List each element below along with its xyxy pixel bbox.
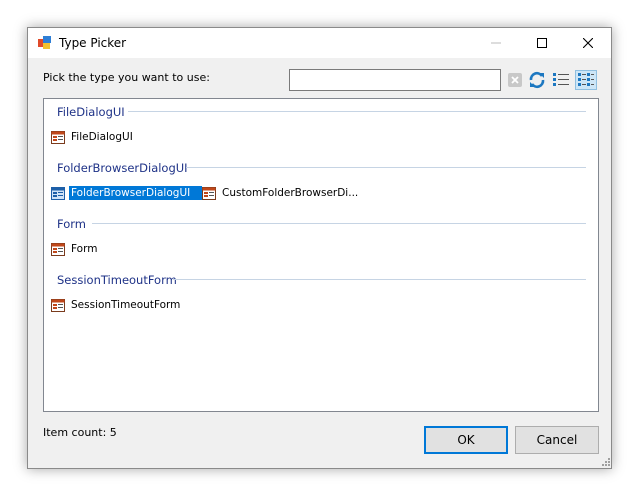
list-item-label: SessionTimeoutForm bbox=[71, 299, 181, 311]
group-header-label: FolderBrowserDialogUI bbox=[57, 161, 188, 175]
window-title: Type Picker bbox=[59, 36, 127, 50]
group-header-filedialogui: FileDialogUI bbox=[57, 105, 125, 119]
ok-button-label: OK bbox=[457, 433, 475, 447]
group-divider bbox=[92, 223, 586, 224]
clear-search-button[interactable] bbox=[505, 70, 525, 90]
group-divider bbox=[173, 279, 586, 280]
form-type-icon bbox=[51, 130, 65, 144]
type-list-panel[interactable]: FileDialogUI FileDialogUI FolderBrowserD… bbox=[43, 98, 599, 412]
list-item-selected[interactable]: FolderBrowserDialogUI bbox=[51, 186, 203, 200]
list-item[interactable]: Form bbox=[51, 242, 99, 256]
group-header-folderbrowserdialogui: FolderBrowserDialogUI bbox=[57, 161, 188, 175]
app-icon bbox=[38, 36, 51, 49]
close-button[interactable] bbox=[565, 28, 611, 58]
maximize-icon bbox=[537, 38, 547, 48]
minimize-button[interactable] bbox=[473, 28, 519, 58]
resize-grip-icon[interactable] bbox=[600, 456, 610, 466]
form-type-icon bbox=[51, 186, 65, 200]
form-type-icon bbox=[51, 298, 65, 312]
list-item-label: FileDialogUI bbox=[71, 131, 133, 143]
details-view-icon bbox=[578, 73, 594, 86]
group-divider bbox=[186, 167, 586, 168]
item-count-label: Item count: 5 bbox=[43, 426, 117, 439]
group-header-sessiontimeoutform: SessionTimeoutForm bbox=[57, 273, 177, 287]
form-type-icon bbox=[202, 186, 216, 200]
list-item[interactable]: FileDialogUI bbox=[51, 130, 135, 144]
refresh-button[interactable] bbox=[527, 70, 547, 90]
group-header-form: Form bbox=[57, 217, 86, 231]
list-item-label: CustomFolderBrowserDi... bbox=[222, 187, 359, 199]
list-item-label: FolderBrowserDialogUI bbox=[69, 186, 203, 200]
list-item-label: Form bbox=[71, 243, 98, 255]
refresh-icon bbox=[529, 71, 545, 89]
clear-icon bbox=[508, 73, 522, 87]
maximize-button[interactable] bbox=[519, 28, 565, 58]
type-picker-dialog: Type Picker Pick the type you want to us… bbox=[27, 27, 612, 469]
group-divider bbox=[128, 111, 586, 112]
list-view-button[interactable] bbox=[551, 70, 571, 90]
cancel-button[interactable]: Cancel bbox=[515, 426, 599, 454]
ok-button[interactable]: OK bbox=[424, 426, 508, 454]
details-view-button[interactable] bbox=[575, 70, 597, 90]
list-item[interactable]: SessionTimeoutForm bbox=[51, 298, 182, 312]
list-view-icon bbox=[553, 73, 569, 86]
group-header-label: FileDialogUI bbox=[57, 105, 125, 119]
close-icon bbox=[583, 38, 593, 48]
group-header-label: SessionTimeoutForm bbox=[57, 273, 177, 287]
pick-type-label: Pick the type you want to use: bbox=[43, 71, 210, 84]
title-bar: Type Picker bbox=[28, 28, 611, 58]
group-header-label: Form bbox=[57, 217, 86, 231]
cancel-button-label: Cancel bbox=[536, 433, 578, 447]
form-type-icon bbox=[51, 242, 65, 256]
list-item[interactable]: CustomFolderBrowserDi... bbox=[202, 186, 360, 200]
minimize-icon bbox=[491, 42, 501, 44]
search-input[interactable] bbox=[289, 69, 501, 91]
